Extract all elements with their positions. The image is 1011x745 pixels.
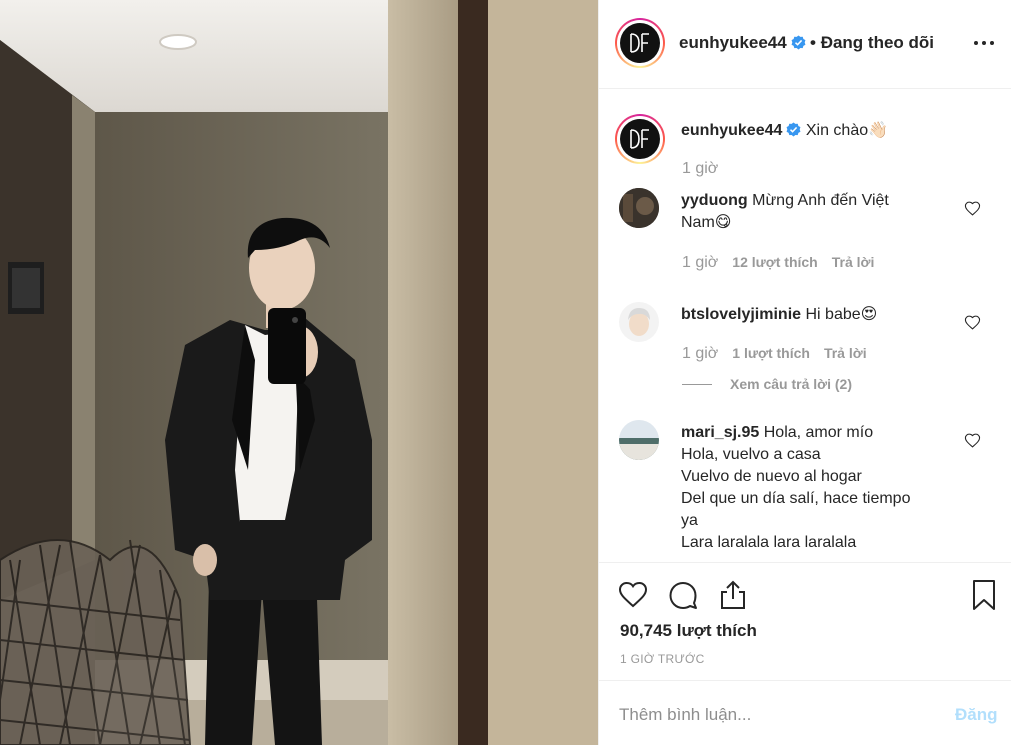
- comment-username[interactable]: yyduong: [681, 192, 748, 209]
- post-time[interactable]: 1 GIỜ TRƯỚC: [620, 652, 705, 666]
- post-comment-button[interactable]: Đăng: [955, 705, 998, 725]
- caption-text: eunhyukee44 Xin chào👋🏻: [681, 120, 888, 140]
- header-username-text[interactable]: eunhyukee44: [679, 33, 787, 52]
- comment-text: yyduong Mừng Anh đến Việt Nam😋: [681, 190, 951, 234]
- monogram-logo-icon: [620, 23, 660, 63]
- follow-separator: •: [810, 33, 816, 52]
- comment-meta: 1 giờ 12 lượt thích Trả lời: [682, 254, 874, 272]
- verified-badge-icon: [791, 35, 806, 50]
- comment-like-heart-icon[interactable]: [964, 314, 981, 331]
- comment-line: Mừng Anh đến Việt: [752, 192, 889, 209]
- heart-icon[interactable]: [617, 579, 649, 611]
- comment-composer: Đăng: [599, 680, 1011, 745]
- comment-line: Hola, vuelvo a casa: [681, 446, 821, 463]
- bookmark-icon[interactable]: [968, 579, 1000, 611]
- comment-line: ya: [681, 512, 698, 529]
- comment-like-heart-icon[interactable]: [964, 432, 981, 449]
- caption-username[interactable]: eunhyukee44: [681, 122, 782, 139]
- view-replies-label[interactable]: Xem câu trả lời (2): [730, 376, 852, 392]
- comment-time[interactable]: 1 giờ: [682, 345, 718, 362]
- comment-avatar[interactable]: [619, 188, 659, 228]
- comment-icon[interactable]: [667, 579, 699, 611]
- comment-line: Vuelvo de nuevo al hogar: [681, 468, 862, 485]
- comment-likes[interactable]: 1 lượt thích: [732, 345, 810, 361]
- post-header: eunhyukee44 • Đang theo dõi: [599, 0, 1011, 89]
- comment-likes[interactable]: 12 lượt thích: [732, 254, 817, 270]
- post-photo[interactable]: [0, 0, 598, 745]
- post-actions: 90,745 lượt thích 1 GIỜ TRƯỚC: [599, 562, 1011, 680]
- comments-list[interactable]: eunhyukee44 Xin chào👋🏻 1 giờ yyduong Mừn…: [599, 90, 1011, 562]
- mirror-selfie-image: [0, 0, 598, 745]
- caption-body: Xin chào👋🏻: [805, 122, 889, 139]
- likes-count[interactable]: 90,745 lượt thích: [620, 621, 757, 641]
- comment-line: Lara laralala lara laralala: [681, 534, 857, 551]
- comment-avatar[interactable]: [619, 420, 659, 460]
- avatar[interactable]: [615, 18, 665, 68]
- post-details-panel: eunhyukee44 • Đang theo dõi eunhyukee44 …: [598, 0, 1011, 745]
- comment-username[interactable]: mari_sj.95: [681, 424, 759, 441]
- comment-text: btslovelyjiminie Hi babe😍: [681, 304, 951, 326]
- view-replies-button[interactable]: Xem câu trả lời (2): [682, 376, 852, 392]
- replies-divider: [682, 384, 712, 385]
- comment-text: mari_sj.95 Hola, amor mío Hola, vuelvo a…: [681, 422, 951, 554]
- comment-time[interactable]: 1 giờ: [682, 254, 718, 271]
- comment-meta: 1 giờ 1 lượt thích Trả lời: [682, 345, 867, 363]
- monogram-logo-icon: [620, 119, 660, 159]
- caption-time[interactable]: 1 giờ: [682, 160, 718, 178]
- comment-input[interactable]: [619, 703, 939, 727]
- comment-username[interactable]: btslovelyjiminie: [681, 306, 801, 323]
- comment-line: Hola, amor mío: [763, 424, 874, 441]
- comment-avatar[interactable]: [619, 302, 659, 342]
- verified-badge-icon: [786, 122, 801, 137]
- comment-line: Nam😋: [681, 214, 732, 231]
- more-options-icon[interactable]: [974, 35, 998, 51]
- reply-button[interactable]: Trả lời: [832, 254, 875, 270]
- reply-button[interactable]: Trả lời: [824, 345, 867, 361]
- share-icon[interactable]: [717, 579, 749, 611]
- comment-line: Del que un día salí, hace tiempo: [681, 490, 911, 507]
- following-label[interactable]: Đang theo dõi: [821, 33, 934, 52]
- follow-status[interactable]: • Đang theo dõi: [810, 33, 934, 53]
- comment-like-heart-icon[interactable]: [964, 200, 981, 217]
- comment-line: Hi babe😍: [805, 306, 878, 323]
- header-username[interactable]: eunhyukee44: [679, 33, 806, 53]
- caption-avatar[interactable]: [615, 114, 665, 164]
